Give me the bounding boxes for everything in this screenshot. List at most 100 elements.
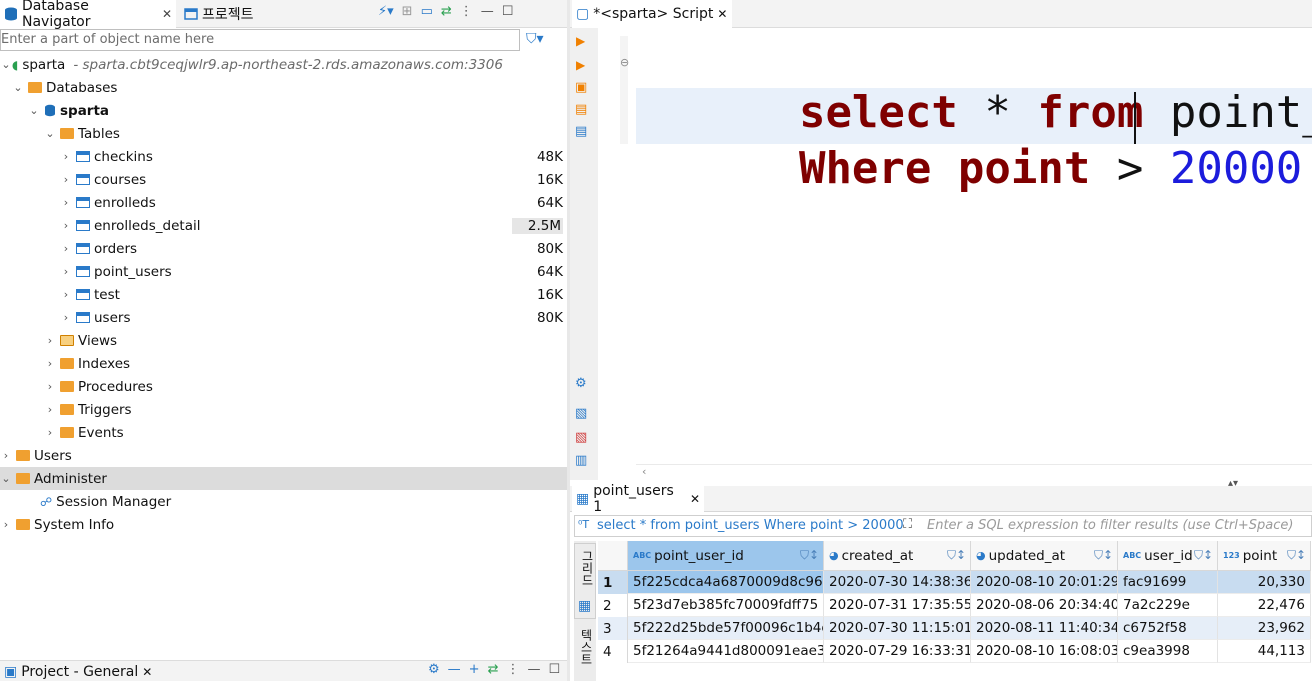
expand-arrow-icon[interactable]: › bbox=[44, 334, 56, 347]
editor-horizontal-scrollbar[interactable]: ‹ bbox=[636, 464, 1312, 480]
link-editor-icon[interactable]: ⇄ bbox=[441, 4, 452, 19]
maximize-icon[interactable]: ☐ bbox=[548, 662, 560, 677]
column-header-point[interactable]: 123 point ⛉↕ bbox=[1218, 541, 1311, 571]
result-filter-bar[interactable]: ⁰T select * from point_users Where point… bbox=[574, 515, 1312, 537]
grid-cell[interactable]: 2020-07-31 17:35:55 bbox=[824, 594, 971, 617]
grid-cell[interactable]: c6752f58 bbox=[1118, 617, 1218, 640]
tree-schema-sparta[interactable]: ⌄ sparta bbox=[0, 99, 567, 122]
gear-icon[interactable]: ⚙ bbox=[428, 662, 440, 677]
sort-filter-icon[interactable]: ⛉↕ bbox=[947, 548, 966, 563]
tree-folder-views[interactable]: › Views bbox=[0, 329, 567, 352]
column-header-user-id[interactable]: ABC user_id ⛉↕ bbox=[1118, 541, 1218, 571]
tab-text-view[interactable]: 텍스트 bbox=[574, 629, 596, 681]
grid-cell[interactable]: 2020-07-29 16:33:31 bbox=[824, 640, 971, 663]
tree-table-point_users[interactable]: › point_users 64K bbox=[0, 260, 567, 283]
expand-arrow-icon[interactable]: › bbox=[60, 311, 72, 324]
tab-project-general[interactable]: ▣ Project - General ✕ bbox=[0, 661, 156, 681]
column-header-updated-at[interactable]: ◕ updated_at ⛉↕ bbox=[971, 541, 1118, 571]
new-script-icon[interactable]: ▧ bbox=[575, 430, 587, 445]
expand-arrow-icon[interactable]: › bbox=[44, 426, 56, 439]
grid-cell[interactable]: 22,476 bbox=[1218, 594, 1311, 617]
load-plan-icon[interactable]: ▤ bbox=[575, 124, 587, 139]
expand-arrow-icon[interactable]: › bbox=[44, 380, 56, 393]
row-number[interactable]: 1 bbox=[598, 571, 628, 594]
grid-cell[interactable]: 44,113 bbox=[1218, 640, 1311, 663]
close-icon[interactable]: ✕ bbox=[690, 492, 700, 506]
add-icon[interactable]: + bbox=[469, 662, 480, 677]
expand-arrow-icon[interactable]: › bbox=[60, 173, 72, 186]
close-icon[interactable]: ✕ bbox=[162, 7, 172, 21]
grid-cell[interactable]: 5f222d25bde57f00096c1b4c bbox=[628, 617, 824, 640]
grid-cell[interactable]: 2020-07-30 11:15:01 bbox=[824, 617, 971, 640]
expand-filter-icon[interactable]: ⛶ bbox=[903, 517, 912, 532]
collapse-all-icon[interactable]: ▭ bbox=[421, 4, 433, 19]
tree-session-manager[interactable]: ☍ Session Manager bbox=[0, 490, 567, 513]
execute-script-icon[interactable]: ▶ bbox=[576, 58, 585, 72]
tree-system-info[interactable]: › System Info bbox=[0, 513, 567, 536]
expand-arrow-icon[interactable]: › bbox=[60, 219, 72, 232]
grid-cell[interactable]: 2020-08-06 20:34:40 bbox=[971, 594, 1118, 617]
grid-cell[interactable]: 5f21264a9441d800091eae34 bbox=[628, 640, 824, 663]
execute-statement-icon[interactable]: ▶ bbox=[576, 34, 585, 48]
tree-table-test[interactable]: › test 16K bbox=[0, 283, 567, 306]
tree-table-enrolleds_detail[interactable]: › enrolleds_detail 2.5M bbox=[0, 214, 567, 237]
grid-cell[interactable]: 2020-08-10 20:01:29 bbox=[971, 571, 1118, 594]
export-icon[interactable]: ▧ bbox=[575, 406, 587, 421]
maximize-icon[interactable]: ☐ bbox=[502, 4, 514, 19]
close-icon[interactable]: ✕ bbox=[142, 665, 152, 679]
view-menu-icon[interactable]: ⋮ bbox=[506, 662, 519, 677]
close-icon[interactable]: ✕ bbox=[717, 7, 727, 21]
object-filter-input[interactable]: Enter a part of object name here bbox=[0, 29, 520, 51]
tab-sparta-script[interactable]: ▢ *<sparta> Script ✕ bbox=[572, 0, 732, 28]
tab-point-users-result[interactable]: ▦ point_users 1 ✕ bbox=[572, 483, 704, 515]
sql-icon[interactable]: ▥ bbox=[575, 453, 587, 468]
column-header-point-user-id[interactable]: ABC point_user_id ⛉↕ bbox=[628, 541, 824, 571]
expand-arrow-icon[interactable]: › bbox=[0, 449, 12, 462]
grid-cell[interactable]: 2020-07-30 14:38:36 bbox=[824, 571, 971, 594]
sort-filter-icon[interactable]: ⛉↕ bbox=[1194, 548, 1213, 563]
tree-connection-sparta[interactable]: ⌄ ◖ sparta - sparta.cbt9ceqjwlr9.ap-nort… bbox=[0, 53, 567, 76]
expand-arrow-icon[interactable]: ⌄ bbox=[0, 58, 12, 71]
tree-folder-indexes[interactable]: › Indexes bbox=[0, 352, 567, 375]
execute-new-tab-icon[interactable]: ▣ bbox=[575, 80, 587, 95]
tree-table-users[interactable]: › users 80K bbox=[0, 306, 567, 329]
minimize-icon[interactable]: — bbox=[481, 4, 494, 19]
expand-arrow-icon[interactable]: › bbox=[60, 265, 72, 278]
grid-cell[interactable]: 5f23d7eb385fc70009fdff75 bbox=[628, 594, 824, 617]
scroll-left-icon[interactable]: ‹ bbox=[642, 465, 646, 478]
row-number[interactable]: 4 bbox=[598, 640, 628, 663]
view-menu-icon[interactable]: ⋮ bbox=[460, 4, 473, 19]
expand-arrow-icon[interactable]: › bbox=[60, 150, 72, 163]
row-number[interactable]: 3 bbox=[598, 617, 628, 640]
grid-cell[interactable]: 7a2c229e bbox=[1118, 594, 1218, 617]
tree-administer[interactable]: ⌄ Administer bbox=[0, 467, 567, 490]
expand-arrow-icon[interactable]: ⌄ bbox=[12, 81, 24, 94]
grid-cell[interactable]: fac91699 bbox=[1118, 571, 1218, 594]
row-number[interactable]: 2 bbox=[598, 594, 628, 617]
grid-cell[interactable]: 2020-08-10 16:08:03 bbox=[971, 640, 1118, 663]
expand-arrow-icon[interactable]: › bbox=[0, 518, 12, 531]
sort-filter-icon[interactable]: ⛉↕ bbox=[1094, 548, 1113, 563]
tree-users[interactable]: › Users bbox=[0, 444, 567, 467]
sql-editor[interactable]: select * from point_users Where point > … bbox=[636, 28, 1312, 464]
expand-arrow-icon[interactable]: ⌄ bbox=[0, 472, 12, 485]
tab-grid-view[interactable]: 그리드 ▦ bbox=[574, 543, 596, 619]
explain-plan-icon[interactable]: ▤ bbox=[575, 102, 587, 117]
new-folder-icon[interactable]: ⊞ bbox=[402, 4, 413, 19]
tree-databases[interactable]: ⌄ Databases bbox=[0, 76, 567, 99]
grid-cell[interactable]: c9ea3998 bbox=[1118, 640, 1218, 663]
tree-tables[interactable]: ⌄ Tables bbox=[0, 122, 567, 145]
tree-table-enrolleds[interactable]: › enrolleds 64K bbox=[0, 191, 567, 214]
tree-table-courses[interactable]: › courses 16K bbox=[0, 168, 567, 191]
new-connection-icon[interactable]: ⚡▾ bbox=[378, 4, 394, 19]
tree-folder-triggers[interactable]: › Triggers bbox=[0, 398, 567, 421]
grid-cell[interactable]: 2020-08-11 11:40:34 bbox=[971, 617, 1118, 640]
fold-icon[interactable]: ⊖ bbox=[620, 56, 629, 69]
sort-filter-icon[interactable]: ⛉↕ bbox=[800, 548, 819, 563]
tree-table-orders[interactable]: › orders 80K bbox=[0, 237, 567, 260]
tab-project[interactable]: 프로젝트 bbox=[180, 0, 270, 28]
expand-arrow-icon[interactable]: ⌄ bbox=[44, 127, 56, 140]
expand-arrow-icon[interactable]: › bbox=[60, 288, 72, 301]
tab-database-navigator[interactable]: Database Navigator ✕ bbox=[0, 0, 176, 30]
minimize-icon[interactable]: — bbox=[527, 662, 540, 677]
